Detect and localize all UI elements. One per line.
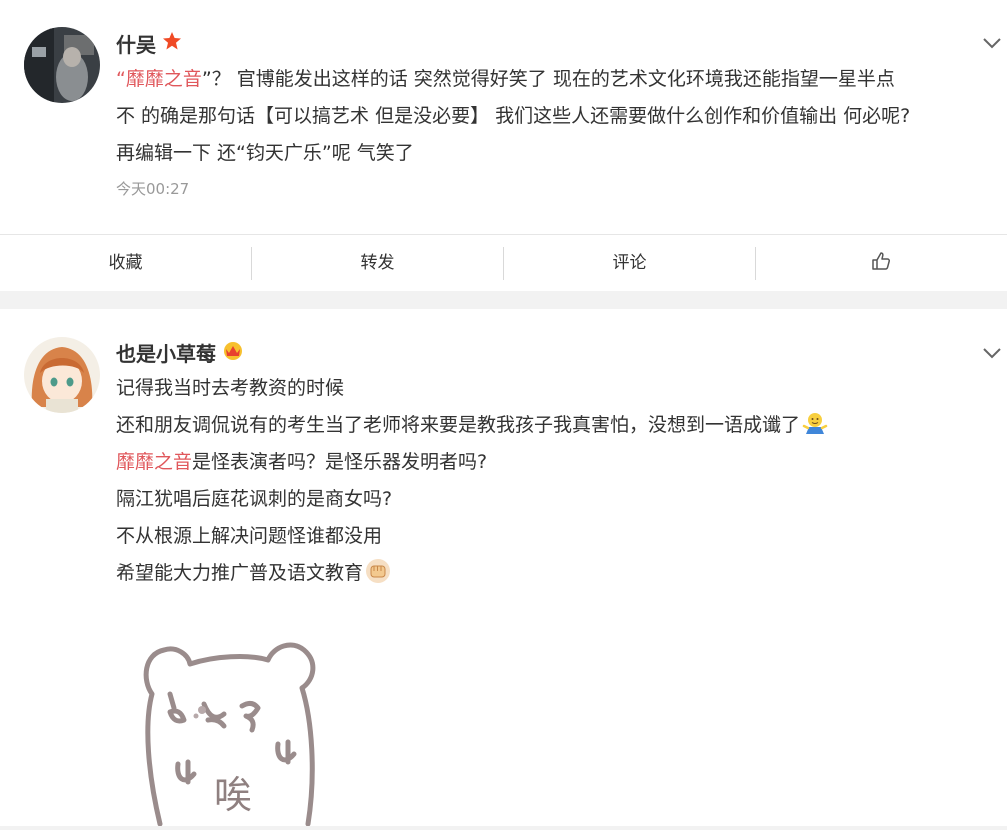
comment-line: 靡靡之音是怪表演者吗？是怪乐器发明者吗? xyxy=(116,444,987,481)
comment-line: 记得我当时去考教资的时候 xyxy=(116,377,345,399)
comment-line-text: 希望能大力推广普及语文教育 xyxy=(116,562,364,584)
thumbs-up-icon xyxy=(871,251,890,270)
username[interactable]: 也是小草莓 xyxy=(116,338,244,367)
crown-badge-icon xyxy=(222,340,244,365)
like-button[interactable] xyxy=(755,246,1007,280)
username[interactable]: 什吴 xyxy=(116,29,182,58)
comment-line: “靡靡之音”？ 官博能发出这样的话 突然觉得好笑了 现在的艺术文化环境我还能指望… xyxy=(116,61,987,98)
avatar[interactable] xyxy=(24,337,100,413)
comment-line: 再编辑一下 还“钧天广乐”呢 气笑了 xyxy=(116,135,987,172)
comment-card-2: 也是小草莓 记得我当时去考教资的时候 还和朋友调侃说有的考生当了老师将来要是教我… xyxy=(0,309,1007,827)
shrug-emoji-icon xyxy=(802,410,828,436)
comment-line-text: 是怪表演者吗？是怪乐器发明者吗? xyxy=(192,451,488,473)
quote-mark: “ xyxy=(116,68,126,90)
username-text[interactable]: 什吴 xyxy=(116,29,156,58)
comment-line: 不从根源上解决问题怪谁都没用 xyxy=(116,525,383,547)
comment-line-text: 还和朋友调侃说有的考生当了老师将来要是教我孩子我真害怕，没想到一语成谶了 xyxy=(116,414,801,436)
avatar[interactable] xyxy=(24,27,100,103)
timestamp: 今天00:27 xyxy=(116,180,190,198)
collect-button[interactable]: 收藏 xyxy=(0,247,251,280)
chevron-down-icon[interactable] xyxy=(981,32,1003,54)
chevron-down-icon[interactable] xyxy=(981,342,1003,364)
comment-line: 不 的确是那句话【可以搞艺术 但是没必要】 我们这些人还需要做什么创作和价值输出… xyxy=(116,98,987,135)
comment-line-text: ”？ 官博能发出这样的话 突然觉得好笑了 现在的艺术文化环境我还能指望一星半点 xyxy=(201,68,895,90)
username-text[interactable]: 也是小草莓 xyxy=(116,338,216,367)
comment-card-1: 什吴 “靡靡之音”？ 官博能发出这样的话 突然觉得好笑了 现在的艺术文化环境我还… xyxy=(0,0,1007,291)
forward-button[interactable]: 转发 xyxy=(251,246,503,280)
sticker-text: 唉 xyxy=(214,773,252,817)
comment-line-text: 再编辑一下 还“钧天广乐”呢 气笑了 xyxy=(116,142,414,164)
bear-sticker-icon: 唉 xyxy=(138,624,338,827)
comment-text: “靡靡之音”？ 官博能发出这样的话 突然觉得好笑了 现在的艺术文化环境我还能指望… xyxy=(116,61,987,172)
action-bar: 收藏 转发 评论 xyxy=(0,234,1007,291)
mention-link[interactable]: 靡靡之音 xyxy=(116,451,192,473)
mention-link[interactable]: 靡靡之音 xyxy=(126,68,202,90)
comment-line: 希望能大力推广普及语文教育 xyxy=(116,555,987,592)
comment-line: 隔江犹唱后庭花讽刺的是商女吗? xyxy=(116,488,393,510)
comment-line: 还和朋友调侃说有的考生当了老师将来要是教我孩子我真害怕，没想到一语成谶了 xyxy=(116,407,987,444)
comment-button[interactable]: 评论 xyxy=(503,246,755,280)
star-badge-icon xyxy=(162,31,182,56)
comment-line-text: 不 的确是那句话【可以搞艺术 但是没必要】 我们这些人还需要做什么创作和价值输出… xyxy=(116,105,911,127)
fist-emoji-icon xyxy=(365,558,391,584)
comment-text: 记得我当时去考教资的时候 还和朋友调侃说有的考生当了老师将来要是教我孩子我真害怕… xyxy=(116,370,987,592)
